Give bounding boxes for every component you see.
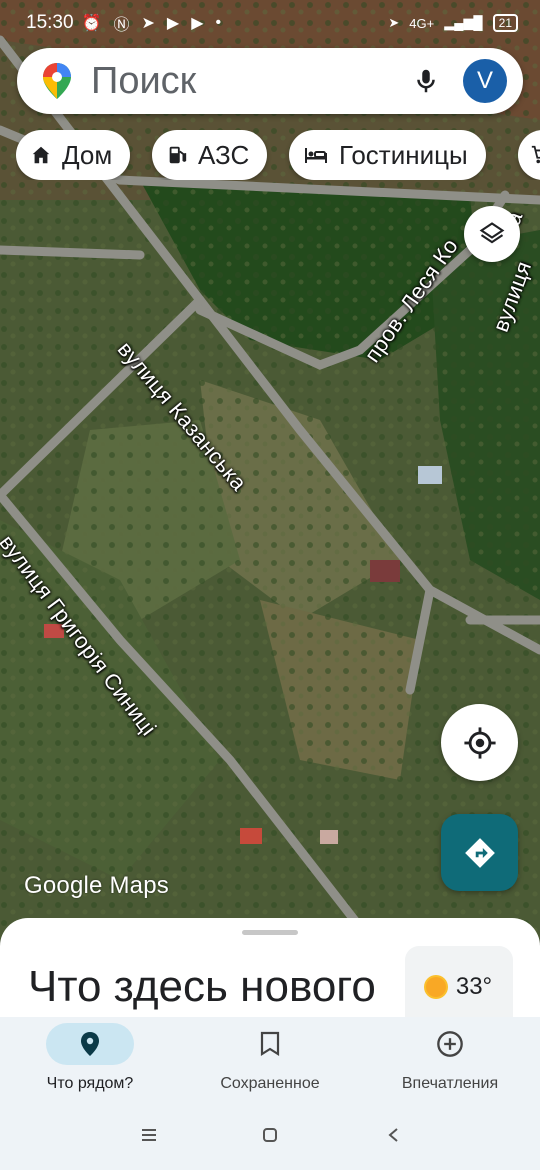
- directions-icon: [464, 837, 495, 868]
- search-input[interactable]: Поиск: [91, 60, 411, 103]
- add-circle-icon: [437, 1031, 463, 1057]
- home-square-icon[interactable]: [262, 1127, 278, 1143]
- network-type: 4G+: [409, 15, 435, 31]
- play-icon: ▶: [166, 15, 180, 32]
- hotel-icon: [305, 148, 327, 163]
- chip-home[interactable]: Дом: [16, 130, 131, 180]
- google-maps-attribution: Google Maps: [24, 872, 169, 899]
- sheet-title: Что здесь нового: [28, 962, 376, 1011]
- google-maps-pin-icon: [43, 63, 71, 99]
- telegram-icon: ➤: [141, 15, 155, 32]
- chip-label: Дом: [62, 139, 113, 170]
- bookmark-icon: [260, 1031, 280, 1056]
- home-icon: [32, 146, 50, 164]
- nav-saved[interactable]: Сохраненное: [180, 1017, 360, 1105]
- chip-shopping[interactable]: [518, 130, 540, 180]
- microphone-icon[interactable]: [411, 66, 441, 96]
- chip-hotels[interactable]: Гостиницы: [289, 130, 486, 180]
- chip-label: АЗС: [198, 139, 250, 170]
- alarm-icon: ⏰: [81, 15, 102, 32]
- sun-icon: [425, 977, 446, 997]
- back-chevron-icon[interactable]: [386, 1127, 400, 1143]
- chip-gas[interactable]: АЗС: [152, 130, 268, 180]
- nav-explore[interactable]: Что рядом?: [0, 1017, 180, 1105]
- nfc-icon: Ⓝ: [113, 17, 130, 34]
- weather-temperature: 33°: [455, 973, 493, 1000]
- nav-label: Сохраненное: [220, 1075, 320, 1092]
- bottom-sheet[interactable]: Что здесь нового 33°: [0, 918, 540, 1028]
- location-pin-icon: [81, 1032, 99, 1056]
- gas-station-icon: [169, 146, 187, 164]
- my-location-button[interactable]: [441, 704, 518, 781]
- nav-label: Что рядом?: [46, 1075, 134, 1092]
- shopping-cart-icon: [531, 145, 540, 164]
- sheet-drag-handle[interactable]: [242, 930, 298, 935]
- layers-button[interactable]: [464, 206, 520, 262]
- directions-button[interactable]: [441, 814, 518, 891]
- signal-icon: ▂▄▆█: [444, 15, 483, 30]
- system-navigation-bar: [0, 1105, 540, 1170]
- nav-label: Впечатления: [401, 1075, 499, 1092]
- layers-icon: [479, 222, 505, 244]
- dot-icon: •: [215, 14, 222, 31]
- status-bar: 15:30 ⏰ Ⓝ ➤ ▶ ▶ • ➤ 4G+ ▂▄▆█ 21: [0, 0, 540, 46]
- avatar[interactable]: V: [463, 59, 507, 103]
- battery-indicator: 21: [492, 14, 518, 32]
- bottom-navigation: Что рядом? Сохраненное Впечатления: [0, 1017, 540, 1105]
- category-chips: Дом АЗС Гостиницы: [16, 130, 540, 180]
- weather-widget[interactable]: 33°: [405, 946, 513, 1028]
- recents-menu-icon[interactable]: [140, 1127, 158, 1143]
- play-icon-2: ▶: [191, 15, 204, 32]
- clock: 15:30: [26, 12, 74, 33]
- chip-label: Гостиницы: [339, 139, 468, 170]
- nav-contribute[interactable]: Впечатления: [360, 1017, 540, 1105]
- search-bar[interactable]: Поиск V: [17, 48, 523, 114]
- crosshair-icon: [463, 726, 496, 759]
- location-arrow-icon: ➤: [388, 15, 400, 30]
